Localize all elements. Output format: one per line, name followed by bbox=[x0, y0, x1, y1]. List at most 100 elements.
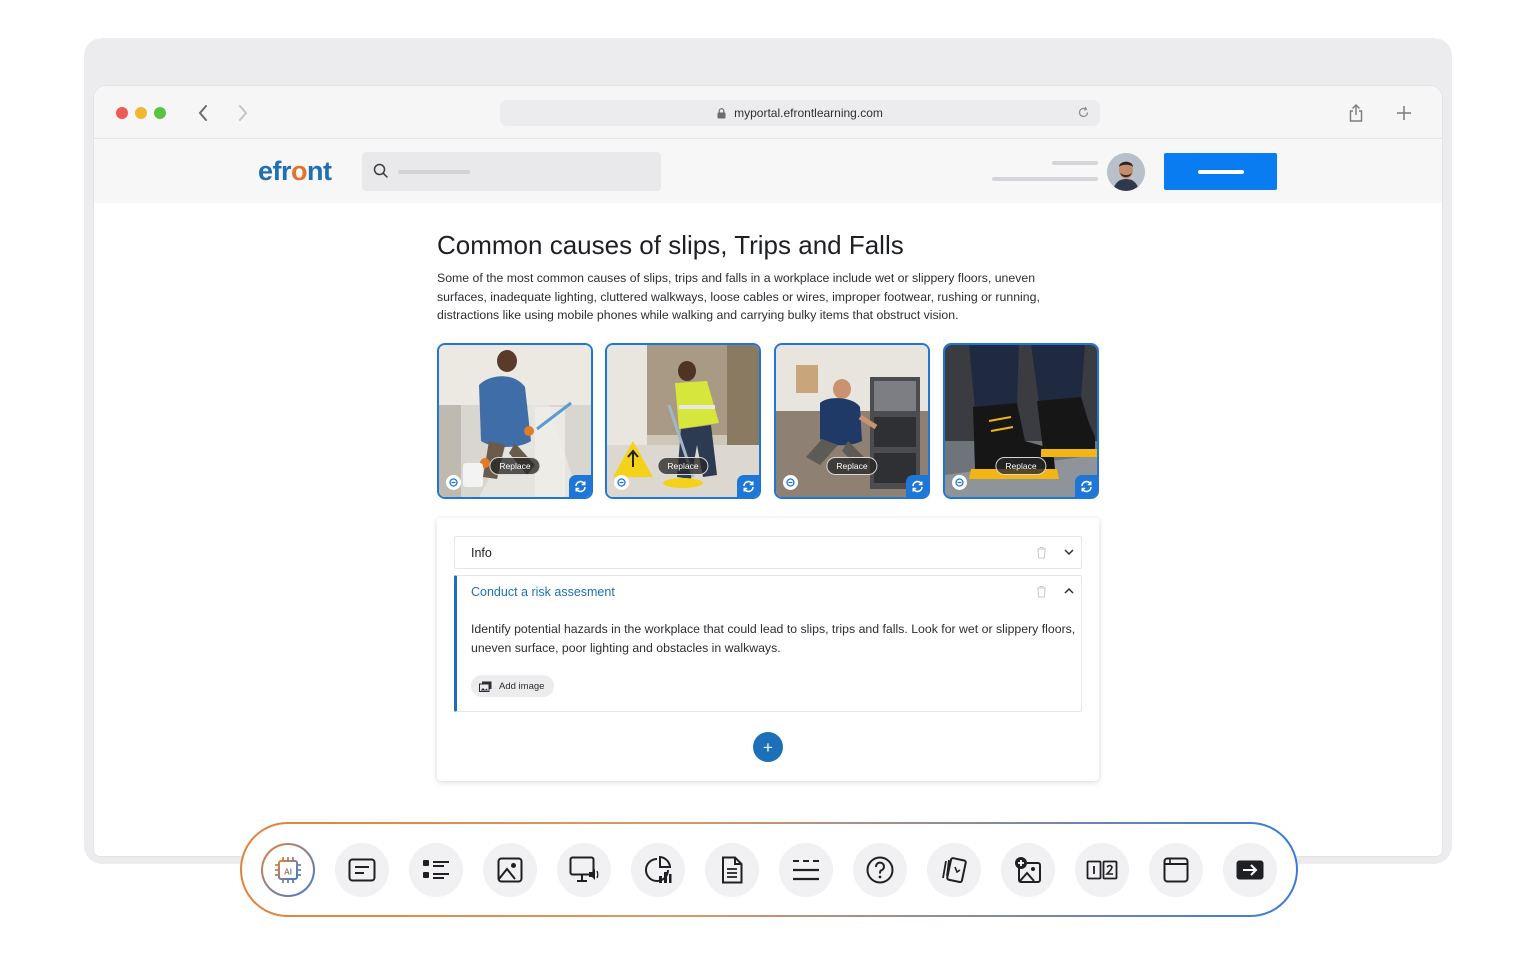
user-avatar-image bbox=[1107, 153, 1145, 191]
replace-image-button[interactable]: Replace bbox=[826, 457, 878, 475]
add-accordion-item-button[interactable]: + bbox=[753, 732, 783, 762]
trash-icon[interactable] bbox=[1036, 546, 1047, 559]
primary-action-button[interactable] bbox=[1164, 153, 1277, 190]
ai-chip-icon: AI bbox=[275, 857, 301, 883]
circle-icon bbox=[617, 478, 626, 487]
accordion-item-label: Info bbox=[471, 546, 492, 560]
search-placeholder-bar bbox=[398, 170, 470, 174]
circle-icon bbox=[449, 478, 458, 487]
text-block-tool-button[interactable] bbox=[335, 843, 389, 897]
app-header: efront bbox=[94, 139, 1442, 203]
regenerate-image-button[interactable] bbox=[906, 475, 928, 497]
share-icon bbox=[1349, 104, 1363, 122]
logo-prefix: efr bbox=[258, 156, 292, 186]
chevron-down-icon[interactable] bbox=[1063, 546, 1075, 558]
trash-icon[interactable] bbox=[1036, 585, 1047, 598]
video-tool-button[interactable] bbox=[557, 843, 611, 897]
user-name-placeholder bbox=[1052, 161, 1098, 165]
replace-image-button[interactable]: Replace bbox=[995, 457, 1047, 475]
image-option-button[interactable] bbox=[614, 475, 629, 490]
add-image-button[interactable]: Add image bbox=[471, 675, 555, 697]
question-icon bbox=[866, 856, 894, 884]
chart-tool-button[interactable] bbox=[631, 843, 685, 897]
logo-suffix: nt bbox=[307, 156, 332, 186]
regenerate-image-button[interactable] bbox=[569, 475, 591, 497]
user-role-placeholder bbox=[992, 177, 1098, 181]
replace-image-button[interactable]: Replace bbox=[489, 457, 541, 475]
replace-image-button[interactable]: Replace bbox=[657, 457, 709, 475]
close-window-button[interactable] bbox=[116, 107, 128, 119]
image-card-4[interactable]: Replace bbox=[943, 343, 1099, 499]
refresh-icon bbox=[742, 480, 754, 492]
chevron-right-icon bbox=[239, 105, 248, 121]
logo-accent: o bbox=[291, 156, 308, 186]
regenerate-image-button[interactable] bbox=[737, 475, 759, 497]
share-button[interactable] bbox=[1344, 101, 1368, 125]
document-icon bbox=[722, 856, 743, 884]
image-option-button[interactable] bbox=[446, 475, 461, 490]
text-block-icon bbox=[348, 858, 376, 882]
regenerate-image-button[interactable] bbox=[1075, 475, 1097, 497]
page-title: Common causes of slips, Trips and Falls bbox=[437, 230, 904, 260]
next-arrow-icon bbox=[1236, 860, 1264, 880]
new-tab-button[interactable] bbox=[1392, 101, 1416, 125]
flashcards-icon bbox=[942, 857, 967, 884]
search-input[interactable] bbox=[362, 152, 661, 191]
accordion-item-risk-assessment[interactable]: Conduct a risk assesment Identify potent… bbox=[454, 575, 1082, 712]
divider-lines-icon bbox=[793, 860, 819, 881]
plus-icon bbox=[1397, 106, 1411, 120]
chevron-left-icon bbox=[198, 105, 207, 121]
minimize-window-button[interactable] bbox=[135, 107, 147, 119]
url-text: myportal.efrontlearning.com bbox=[734, 106, 883, 120]
image-card-3[interactable]: Replace bbox=[774, 343, 930, 499]
page-description: Some of the most common causes of slips,… bbox=[437, 271, 1040, 322]
comparison-tool-button[interactable] bbox=[1075, 843, 1129, 897]
accordion-item-label: Conduct a risk assesment bbox=[471, 585, 615, 599]
image-option-button[interactable] bbox=[783, 475, 798, 490]
add-image-icon bbox=[1015, 857, 1041, 883]
block-toolbar-inner: AI bbox=[242, 824, 1296, 915]
chevron-up-icon[interactable] bbox=[1063, 585, 1075, 597]
image-icon bbox=[497, 857, 523, 883]
browser-chrome: myportal.efrontlearning.com bbox=[94, 86, 1442, 139]
question-tool-button[interactable] bbox=[853, 843, 907, 897]
svg-text:AI: AI bbox=[284, 868, 292, 877]
video-presentation-icon bbox=[569, 856, 599, 882]
address-bar[interactable]: myportal.efrontlearning.com bbox=[500, 100, 1100, 126]
window-tool-button[interactable] bbox=[1149, 843, 1203, 897]
image-card-2[interactable]: Replace bbox=[605, 343, 761, 499]
back-button[interactable] bbox=[191, 101, 215, 125]
add-image-tool-button[interactable] bbox=[1001, 843, 1055, 897]
images-icon bbox=[479, 681, 492, 692]
circle-icon bbox=[786, 478, 795, 487]
efront-logo[interactable]: efront bbox=[258, 156, 332, 187]
flashcards-tool-button[interactable] bbox=[927, 843, 981, 897]
image-tool-button[interactable] bbox=[483, 843, 537, 897]
circle-icon bbox=[955, 478, 964, 487]
refresh-icon bbox=[574, 480, 586, 492]
ai-tool-button[interactable]: AI bbox=[261, 843, 315, 897]
add-image-label: Add image bbox=[499, 680, 545, 692]
image-card-1[interactable]: Replace bbox=[437, 343, 593, 499]
avatar[interactable] bbox=[1107, 153, 1145, 191]
window-icon bbox=[1163, 857, 1189, 883]
comparison-icon bbox=[1086, 860, 1118, 880]
image-option-button[interactable] bbox=[952, 475, 967, 490]
list-icon bbox=[423, 860, 449, 879]
divider-tool-button[interactable] bbox=[779, 843, 833, 897]
lock-icon bbox=[717, 107, 726, 118]
maximize-window-button[interactable] bbox=[154, 107, 166, 119]
refresh-icon bbox=[911, 480, 923, 492]
forward-button[interactable] bbox=[231, 101, 255, 125]
search-icon bbox=[373, 163, 388, 178]
reload-icon[interactable] bbox=[1077, 106, 1090, 119]
chart-icon bbox=[645, 856, 672, 883]
primary-action-label-bar bbox=[1198, 170, 1244, 174]
document-tool-button[interactable] bbox=[705, 843, 759, 897]
accordion-panel: Info Conduct a risk assesment Identify p… bbox=[437, 518, 1099, 781]
refresh-icon bbox=[1080, 480, 1092, 492]
list-tool-button[interactable] bbox=[409, 843, 463, 897]
block-toolbar: AI bbox=[240, 822, 1298, 917]
accordion-item-info[interactable]: Info bbox=[454, 536, 1082, 569]
next-tool-button[interactable] bbox=[1223, 843, 1277, 897]
